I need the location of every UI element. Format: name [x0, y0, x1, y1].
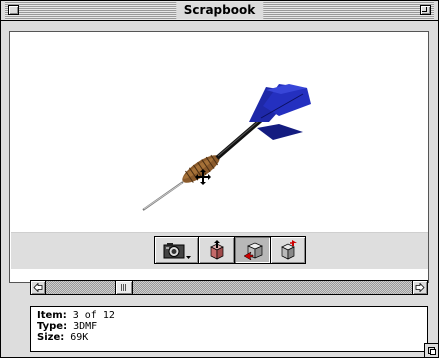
reset-view-button[interactable] [270, 236, 306, 264]
rotate-object-icon [209, 240, 224, 260]
left-arrow-icon [33, 283, 43, 292]
scroll-right-button[interactable] [412, 281, 427, 294]
horizontal-scrollbar[interactable] [30, 280, 428, 295]
scrap-image-area[interactable] [11, 32, 428, 232]
move-object-button[interactable] [234, 236, 270, 264]
move-object-icon [242, 242, 263, 260]
size-value: 69K [70, 332, 89, 343]
type-info-row: Type: 3DMF [37, 321, 421, 332]
item-value: 3 of 12 [72, 310, 115, 321]
rotate-object-button[interactable] [198, 236, 234, 264]
size-info-row: Size: 69K [37, 332, 421, 343]
dart-3dmf-image[interactable] [11, 32, 428, 232]
scrapbook-window: Scrapbook Item: 3 of 12 Type: 3DMF Size:… [0, 0, 439, 358]
zoom-box[interactable] [420, 5, 431, 15]
scroll-thumb[interactable] [115, 281, 133, 294]
camera-icon [163, 243, 191, 259]
item-info-row: Item: 3 of 12 [37, 310, 421, 321]
type-label: Type: [37, 321, 68, 332]
viewer-tool-group [154, 236, 306, 266]
item-info-panel: Item: 3 of 12 Type: 3DMF Size: 69K [30, 306, 428, 352]
close-box[interactable] [8, 5, 19, 15]
reset-view-icon [281, 240, 297, 260]
scroll-left-button[interactable] [31, 281, 46, 294]
item-label: Item: [37, 310, 67, 321]
right-arrow-icon [415, 283, 425, 292]
resize-box[interactable] [424, 343, 438, 357]
title-bar[interactable]: Scrapbook [1, 1, 438, 21]
size-label: Size: [37, 332, 65, 343]
window-title: Scrapbook [175, 2, 264, 19]
type-value: 3DMF [73, 321, 98, 332]
grip-icon [121, 284, 127, 291]
camera-button[interactable] [154, 236, 198, 264]
